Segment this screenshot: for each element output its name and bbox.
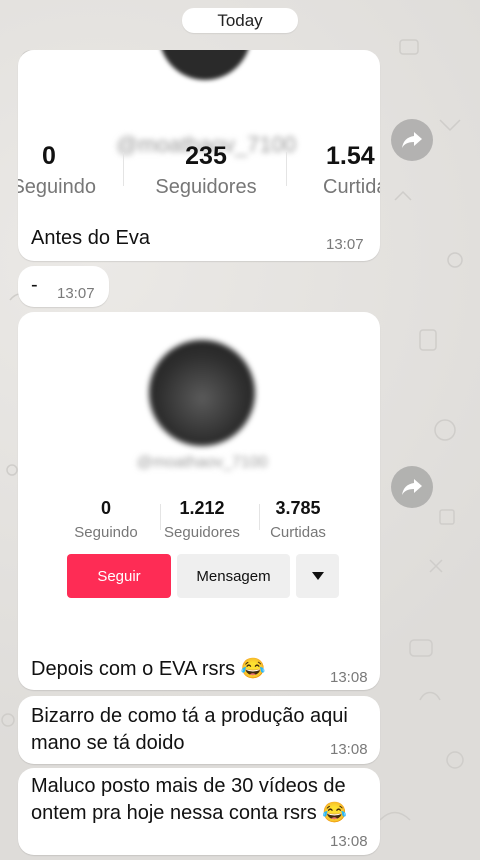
- avatar: [159, 50, 251, 80]
- image-message-after[interactable]: @moathaov_7100 0 Seguindo 1.212 Seguidor…: [18, 312, 380, 690]
- message-time: 13:07: [326, 236, 364, 253]
- image-message-before[interactable]: @moathaov_7100 0 Seguindo 235 Seguidores…: [18, 50, 380, 261]
- stat-followers-value: 1.212: [179, 498, 225, 518]
- stat-likes-value: 3.785: [275, 498, 321, 518]
- stat-followers-label: Seguidores: [155, 176, 257, 198]
- follow-button[interactable]: Seguir: [67, 554, 171, 598]
- message-caption: Depois com o EVA rsrs 😂: [31, 658, 266, 680]
- stat-following-value: 0: [42, 142, 56, 170]
- message-caption: Antes do Eva: [31, 227, 150, 249]
- forward-button[interactable]: [391, 466, 433, 508]
- avatar: [149, 340, 255, 446]
- message-time: 13:08: [330, 669, 368, 686]
- message-text: Maluco posto mais de 30 vídeos de ontem …: [31, 775, 348, 824]
- text-message[interactable]: Maluco posto mais de 30 vídeos de ontem …: [18, 768, 380, 855]
- dropdown-arrow-icon: [311, 572, 324, 580]
- message-text: Bizarro de como tá a produção aqui mano …: [31, 705, 348, 754]
- stat-followers-value: 235: [185, 142, 227, 170]
- stat-likes-label: Curtidas: [323, 176, 380, 198]
- stat-followers-label: Seguidores: [164, 524, 240, 541]
- stat-likes-label: Curtidas: [270, 524, 326, 541]
- stat-divider: [123, 152, 124, 186]
- stat-following-value: 0: [100, 498, 111, 518]
- stat-following-label: Seguindo: [18, 176, 96, 198]
- forward-icon: [402, 479, 422, 495]
- message-time: 13:08: [330, 741, 368, 758]
- follow-button-label: Seguir: [97, 567, 141, 585]
- stat-likes-value: 1.54: [326, 142, 375, 170]
- date-divider: Today: [182, 8, 298, 33]
- text-message[interactable]: Bizarro de como tá a produção aqui mano …: [18, 696, 380, 764]
- message-time: 13:07: [57, 285, 95, 302]
- text-message-dash[interactable]: - 13:07: [18, 266, 109, 307]
- forward-button[interactable]: [391, 119, 433, 161]
- message-time: 13:08: [330, 833, 368, 850]
- message-button[interactable]: Mensagem: [177, 554, 290, 598]
- more-options-button[interactable]: [296, 554, 339, 598]
- message-button-label: Mensagem: [196, 567, 271, 585]
- profile-username: @moathaov_7100: [136, 454, 268, 471]
- date-divider-label: Today: [217, 10, 263, 30]
- message-text: -: [31, 274, 38, 296]
- forward-icon: [402, 132, 422, 148]
- stat-following-label: Seguindo: [74, 524, 138, 541]
- stat-divider: [286, 152, 287, 186]
